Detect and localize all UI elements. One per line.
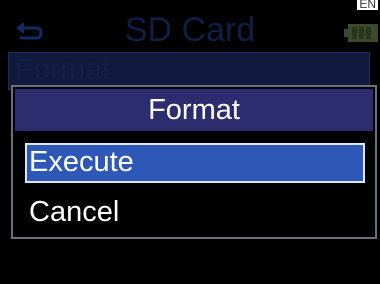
cancel-option-label: Cancel — [29, 196, 120, 228]
device-screen: SD Card Format Format Execute Cancel — [0, 0, 380, 284]
format-dialog: Format Execute Cancel — [11, 85, 377, 239]
execute-option[interactable]: Execute — [25, 143, 365, 183]
battery-icon — [344, 24, 378, 42]
page-title: SD Card — [124, 11, 256, 49]
execute-option-label: Execute — [29, 146, 134, 178]
dialog-title-bar: Format — [15, 89, 373, 131]
header-bar: SD Card — [0, 8, 380, 50]
language-indicator: EN — [357, 0, 378, 11]
dialog-title: Format — [148, 94, 240, 126]
background-menu-item-label: Format — [15, 53, 111, 86]
cancel-option[interactable]: Cancel — [25, 193, 365, 233]
